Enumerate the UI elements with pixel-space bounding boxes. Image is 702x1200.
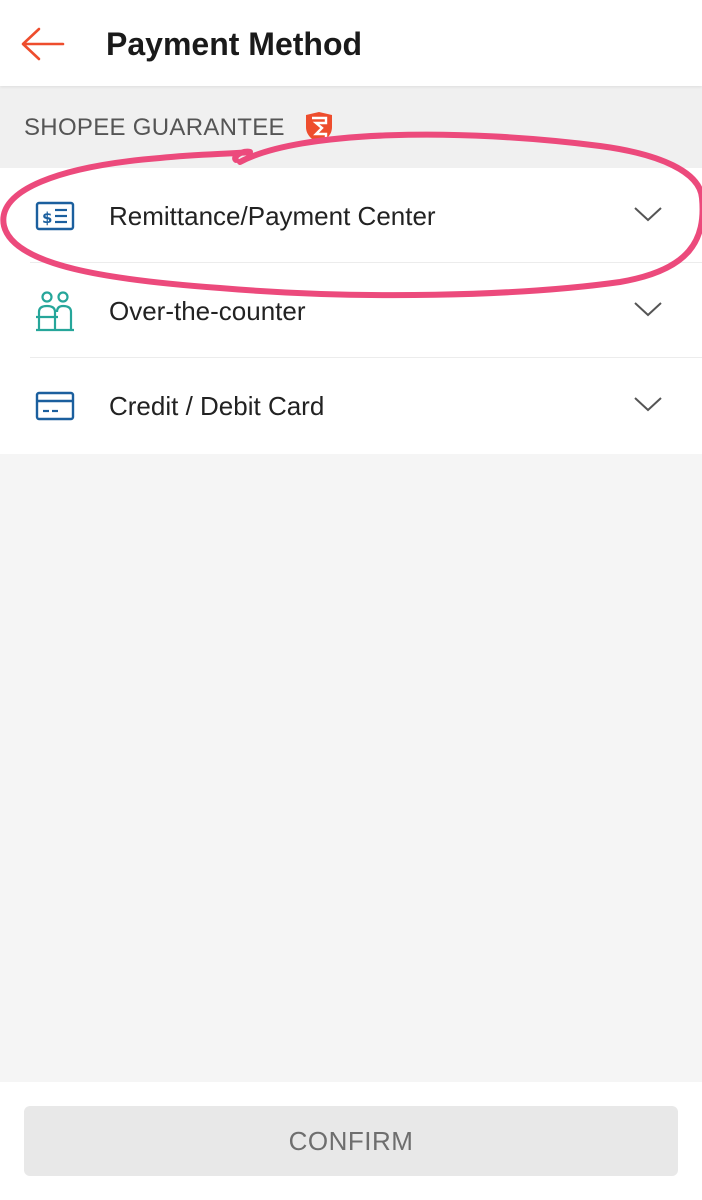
footer-bar: CONFIRM xyxy=(0,1082,702,1200)
method-label: Over-the-counter xyxy=(109,296,306,326)
confirm-button[interactable]: CONFIRM xyxy=(24,1106,678,1176)
counter-people-icon xyxy=(36,291,74,332)
chevron-down-icon xyxy=(634,207,662,222)
back-button[interactable] xyxy=(16,20,68,68)
arrow-left-icon xyxy=(21,27,65,61)
chevron-down-icon xyxy=(634,397,662,412)
method-remittance[interactable]: $ Remittance/Payment Center xyxy=(0,168,702,263)
credit-card-icon xyxy=(35,391,75,421)
chevron-down-icon xyxy=(634,302,662,317)
method-credit-debit-card[interactable]: Credit / Debit Card xyxy=(0,358,702,453)
method-over-the-counter[interactable]: Over-the-counter xyxy=(0,263,702,358)
app-header: Payment Method xyxy=(0,0,702,86)
guarantee-label: SHOPEE GUARANTEE xyxy=(24,114,285,141)
svg-text:$: $ xyxy=(42,209,52,227)
payment-method-list: $ Remittance/Payment Center Over-the-cou… xyxy=(0,168,702,454)
method-label: Credit / Debit Card xyxy=(109,391,325,421)
page-title: Payment Method xyxy=(106,26,363,62)
shield-icon xyxy=(306,112,332,143)
remittance-icon: $ xyxy=(35,201,75,231)
method-label: Remittance/Payment Center xyxy=(109,201,436,231)
guarantee-banner: SHOPEE GUARANTEE xyxy=(0,86,702,168)
